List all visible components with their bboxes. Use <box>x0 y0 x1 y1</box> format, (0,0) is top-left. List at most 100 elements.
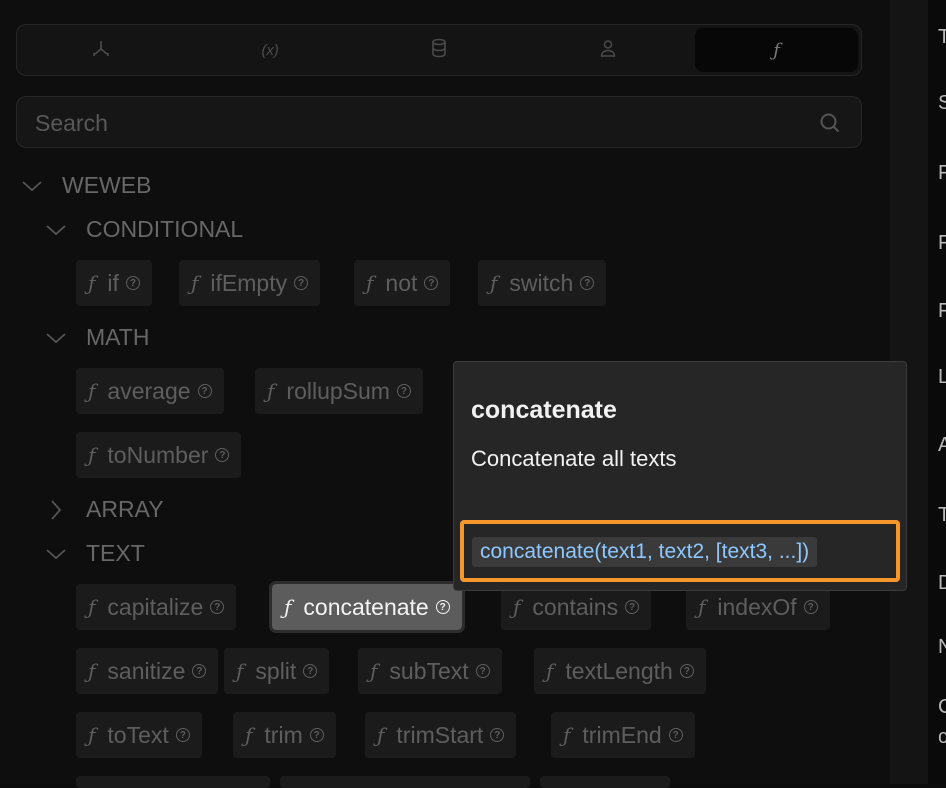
tree-group-label: TEXT <box>86 540 145 566</box>
formula-chip-label: toNumber <box>107 441 209 468</box>
help-icon[interactable]: ? <box>303 664 318 678</box>
formula-chip-label: trim <box>264 721 303 748</box>
help-icon[interactable]: ? <box>125 276 140 290</box>
right-panel-letter: L <box>938 366 946 388</box>
function-icon: ƒ <box>267 379 275 403</box>
formula-chip-label: trimEnd <box>582 721 662 748</box>
tab-variables[interactable]: (x) <box>189 28 352 72</box>
formula-chip-label: not <box>385 269 418 296</box>
help-icon[interactable]: ? <box>668 728 683 742</box>
chevron-down-icon <box>22 180 42 191</box>
formula-chip-sanitize[interactable]: ƒ sanitize? <box>76 648 219 694</box>
help-icon[interactable]: ? <box>475 664 490 678</box>
formula-chip-capitalize[interactable]: ƒ capitalize? <box>76 584 237 630</box>
search-input[interactable]: Search <box>16 96 862 148</box>
workflow-icon <box>91 38 111 63</box>
help-icon[interactable]: ? <box>490 728 505 742</box>
help-icon[interactable]: ? <box>679 664 694 678</box>
tree-group-weweb[interactable]: WEWEB <box>20 172 151 199</box>
formula-chip-not[interactable]: ƒ not? <box>354 260 451 306</box>
formula-chip-label: sanitize <box>107 657 186 684</box>
tree-group-math[interactable]: MATH <box>44 324 149 351</box>
formula-chip-trimend[interactable]: ƒ trimEnd? <box>551 712 695 758</box>
formula-chip-trimstart[interactable]: ƒ trimStart? <box>365 712 517 758</box>
formula-chip-label: concatenate <box>303 593 429 620</box>
tab-workflows[interactable] <box>20 28 183 72</box>
right-panel-letter: C <box>938 696 946 718</box>
tree-group-conditional[interactable]: CONDITIONAL <box>44 216 243 243</box>
help-icon[interactable]: ? <box>424 276 439 290</box>
variable-icon: (x) <box>261 41 279 59</box>
signature-highlight: concatenate(text1, text2, [text3, ...]) <box>460 520 900 582</box>
chevron-down-icon <box>46 332 66 343</box>
help-icon[interactable]: ? <box>435 600 450 614</box>
formula-chip-switch[interactable]: ƒ switch? <box>478 260 607 306</box>
help-icon[interactable]: ? <box>803 600 818 614</box>
tree-group-array[interactable]: ARRAY <box>44 496 164 523</box>
formula-chip-trim[interactable]: ƒ trim? <box>233 712 336 758</box>
formula-chip-label: rollupSum <box>286 377 390 404</box>
panel-tabs: (x) ƒ <box>16 24 862 76</box>
function-icon: ƒ <box>88 379 96 403</box>
tree-group-label: WEWEB <box>62 172 152 198</box>
function-icon: ƒ <box>88 595 96 619</box>
formula-chip-rollupsum[interactable]: ƒ rollupSum? <box>255 368 423 414</box>
database-icon <box>430 38 448 63</box>
formula-chip-partial[interactable] <box>540 776 670 788</box>
function-icon: ƒ <box>284 595 292 619</box>
formula-chip-label: toText <box>107 721 169 748</box>
formula-chip-label: contains <box>532 593 619 620</box>
formula-chip-label: subText <box>389 657 469 684</box>
help-icon[interactable]: ? <box>192 664 207 678</box>
formula-chip-concatenate[interactable]: ƒ concatenate? <box>269 581 465 633</box>
right-panel-edge: T S F F F L A T D N C c <box>928 0 946 784</box>
chevron-down-icon <box>46 548 66 559</box>
function-icon: ƒ <box>236 659 244 683</box>
formula-chip-partial[interactable] <box>280 776 530 788</box>
right-panel-letter: D <box>938 572 946 594</box>
formula-chip-subtext[interactable]: ƒ subText? <box>358 648 502 694</box>
formula-chip-if[interactable]: ƒ if? <box>76 260 152 306</box>
formula-chip-split[interactable]: ƒ split? <box>224 648 330 694</box>
help-icon[interactable]: ? <box>396 384 411 398</box>
help-icon[interactable]: ? <box>580 276 595 290</box>
right-panel-letter: T <box>938 26 946 48</box>
function-icon: ƒ <box>88 443 96 467</box>
help-icon[interactable]: ? <box>294 276 309 290</box>
help-icon[interactable]: ? <box>625 600 640 614</box>
tree-group-label: CONDITIONAL <box>86 216 244 242</box>
formula-chip-label: ifEmpty <box>210 269 288 296</box>
tab-collections[interactable] <box>358 28 521 72</box>
tree-group-text[interactable]: TEXT <box>44 540 145 567</box>
tooltip-description: Concatenate all texts <box>471 446 677 471</box>
user-icon <box>598 38 618 63</box>
help-icon[interactable]: ? <box>215 448 230 462</box>
tab-formulas[interactable]: ƒ <box>695 28 858 72</box>
formula-tooltip: concatenate Concatenate all texts concat… <box>453 361 907 591</box>
help-icon[interactable]: ? <box>210 600 225 614</box>
help-icon[interactable]: ? <box>197 384 212 398</box>
formula-chip-partial[interactable] <box>76 776 270 788</box>
function-icon: ƒ <box>245 723 253 747</box>
formula-chip-totext[interactable]: ƒ toText? <box>76 712 202 758</box>
formula-chip-ifempty[interactable]: ƒ ifEmpty? <box>179 260 321 306</box>
tab-users[interactable] <box>526 28 689 72</box>
right-panel-letter: N <box>938 636 946 658</box>
right-panel-letter: S <box>938 92 946 114</box>
formula-chip-label: textLength <box>565 657 673 684</box>
help-icon[interactable]: ? <box>175 728 190 742</box>
formula-chip-textlength[interactable]: ƒ textLength? <box>534 648 706 694</box>
search-icon <box>820 113 840 133</box>
help-icon[interactable]: ? <box>309 728 324 742</box>
formula-chip-tonumber[interactable]: ƒ toNumber? <box>76 432 242 478</box>
right-panel-letter: A <box>938 434 946 456</box>
right-panel-letter: c <box>938 726 946 748</box>
tree-group-label: MATH <box>86 324 150 350</box>
formula-chip-label: if <box>107 269 119 296</box>
right-panel-letter: T <box>938 504 946 526</box>
right-panel-letter: F <box>938 232 946 254</box>
tooltip-signature[interactable]: concatenate(text1, text2, [text3, ...]) <box>472 537 818 567</box>
right-panel-letter: F <box>938 300 946 322</box>
formula-chip-average[interactable]: ƒ average? <box>76 368 224 414</box>
function-icon: ƒ <box>88 659 96 683</box>
